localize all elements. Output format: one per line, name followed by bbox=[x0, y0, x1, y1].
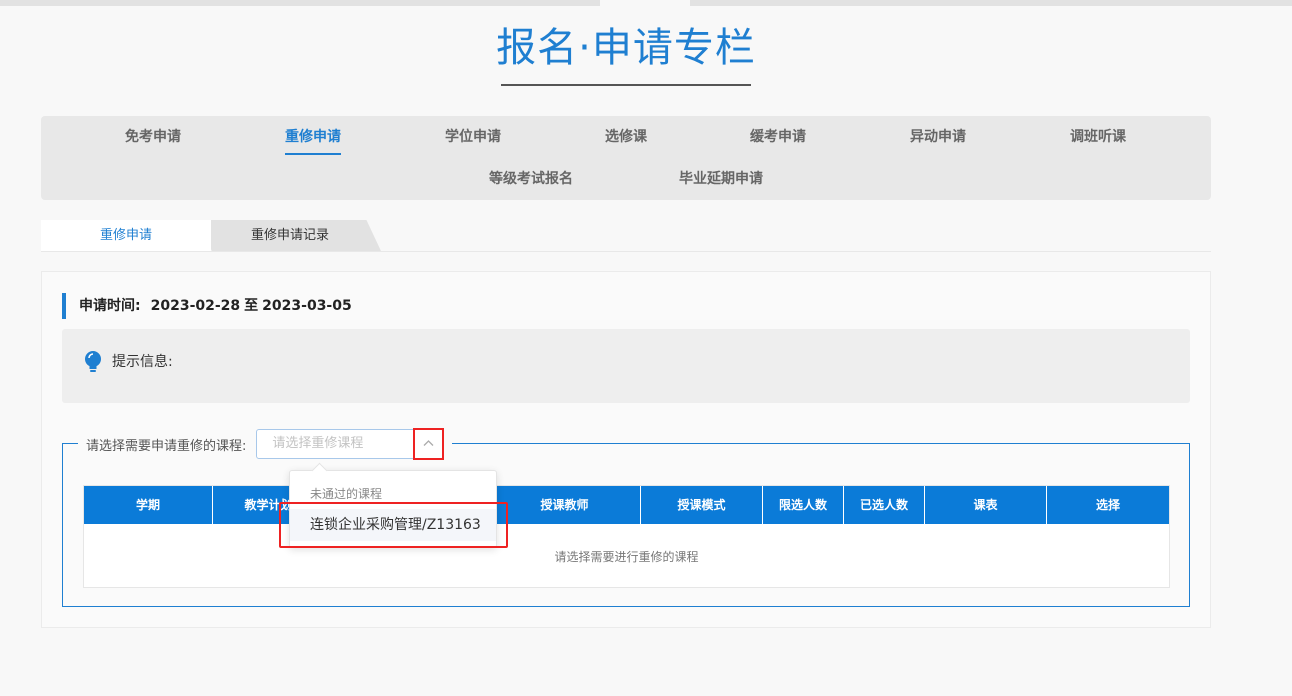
dropdown-option-course[interactable]: 连锁企业采购管理/Z13163 bbox=[290, 509, 496, 541]
th-selected-count: 已选人数 bbox=[844, 486, 925, 524]
nav-item-grade-exam[interactable]: 等级考试报名 bbox=[489, 169, 573, 189]
nav-item-status-change[interactable]: 异动申请 bbox=[910, 127, 966, 147]
tips-box: 提示信息: bbox=[62, 329, 1190, 403]
tab-retake-records[interactable]: 重修申请记录 bbox=[199, 220, 381, 251]
nav-item-degree[interactable]: 学位申请 bbox=[445, 127, 501, 147]
nav-item-exemption[interactable]: 免考申请 bbox=[125, 127, 181, 147]
tips-label: 提示信息: bbox=[112, 354, 173, 370]
nav-item-deferred-exam[interactable]: 缓考申请 bbox=[750, 127, 806, 147]
th-schedule: 课表 bbox=[925, 486, 1047, 524]
nav-item-retake[interactable]: 重修申请 bbox=[285, 127, 341, 155]
sub-tabs: 重修申请记录 重修申请 bbox=[41, 220, 1211, 252]
top-strip bbox=[0, 0, 1292, 6]
nav-item-elective[interactable]: 选修课 bbox=[605, 127, 647, 147]
dropdown-group-label: 未通过的课程 bbox=[310, 487, 383, 501]
apply-date-separator: 至 bbox=[244, 298, 259, 314]
th-limit: 限选人数 bbox=[763, 486, 844, 524]
course-select-legend: 请选择需要申请重修的课程: 请选择重修课程 bbox=[78, 428, 453, 460]
category-nav: 免考申请 重修申请 学位申请 选修课 缓考申请 异动申请 调班听课 等级考试报名… bbox=[41, 116, 1211, 200]
th-semester: 学期 bbox=[84, 486, 213, 524]
course-select-section: 请选择需要申请重修的课程: 请选择重修课程 学期 教学计划 授课教师 授课模式 … bbox=[62, 428, 1190, 607]
chevron-up-icon[interactable] bbox=[413, 428, 445, 460]
course-dropdown: 未通过的课程 连锁企业采购管理/Z13163 bbox=[289, 470, 497, 548]
apply-end-date: 2023-03-05 bbox=[262, 298, 352, 314]
page-title: 报名·申请专栏 bbox=[496, 25, 756, 71]
th-select: 选择 bbox=[1095, 498, 1120, 512]
course-select-label: 请选择需要申请重修的课程: bbox=[86, 438, 247, 454]
table-header: 学期 教学计划 授课教师 授课模式 限选人数 已选人数 课表 选择 bbox=[84, 486, 1169, 524]
lightbulb-icon bbox=[85, 351, 101, 372]
course-table: 学期 教学计划 授课教师 授课模式 限选人数 已选人数 课表 选择 请选择需要进… bbox=[83, 485, 1170, 588]
tab-retake-apply[interactable]: 重修申请 bbox=[41, 220, 211, 251]
th-teaching-mode: 授课模式 bbox=[641, 486, 763, 524]
apply-start-date: 2023-02-28 bbox=[150, 298, 241, 314]
course-select-placeholder: 请选择重修课程 bbox=[272, 436, 364, 451]
nav-item-graduation-delay[interactable]: 毕业延期申请 bbox=[679, 169, 763, 189]
apply-time-label: 申请时间: bbox=[79, 298, 141, 314]
main-panel: 申请时间: 2023-02-28 至 2023-03-05 提示信息: 请选择需要申请… bbox=[41, 271, 1211, 628]
title-underline bbox=[501, 84, 751, 86]
nav-item-class-transfer[interactable]: 调班听课 bbox=[1070, 127, 1126, 147]
apply-time: 申请时间: 2023-02-28 至 2023-03-05 bbox=[62, 293, 362, 319]
course-select[interactable]: 请选择重修课程 bbox=[256, 428, 445, 460]
th-teacher: 授课教师 bbox=[489, 486, 641, 524]
empty-message: 请选择需要进行重修的课程 bbox=[554, 550, 699, 564]
